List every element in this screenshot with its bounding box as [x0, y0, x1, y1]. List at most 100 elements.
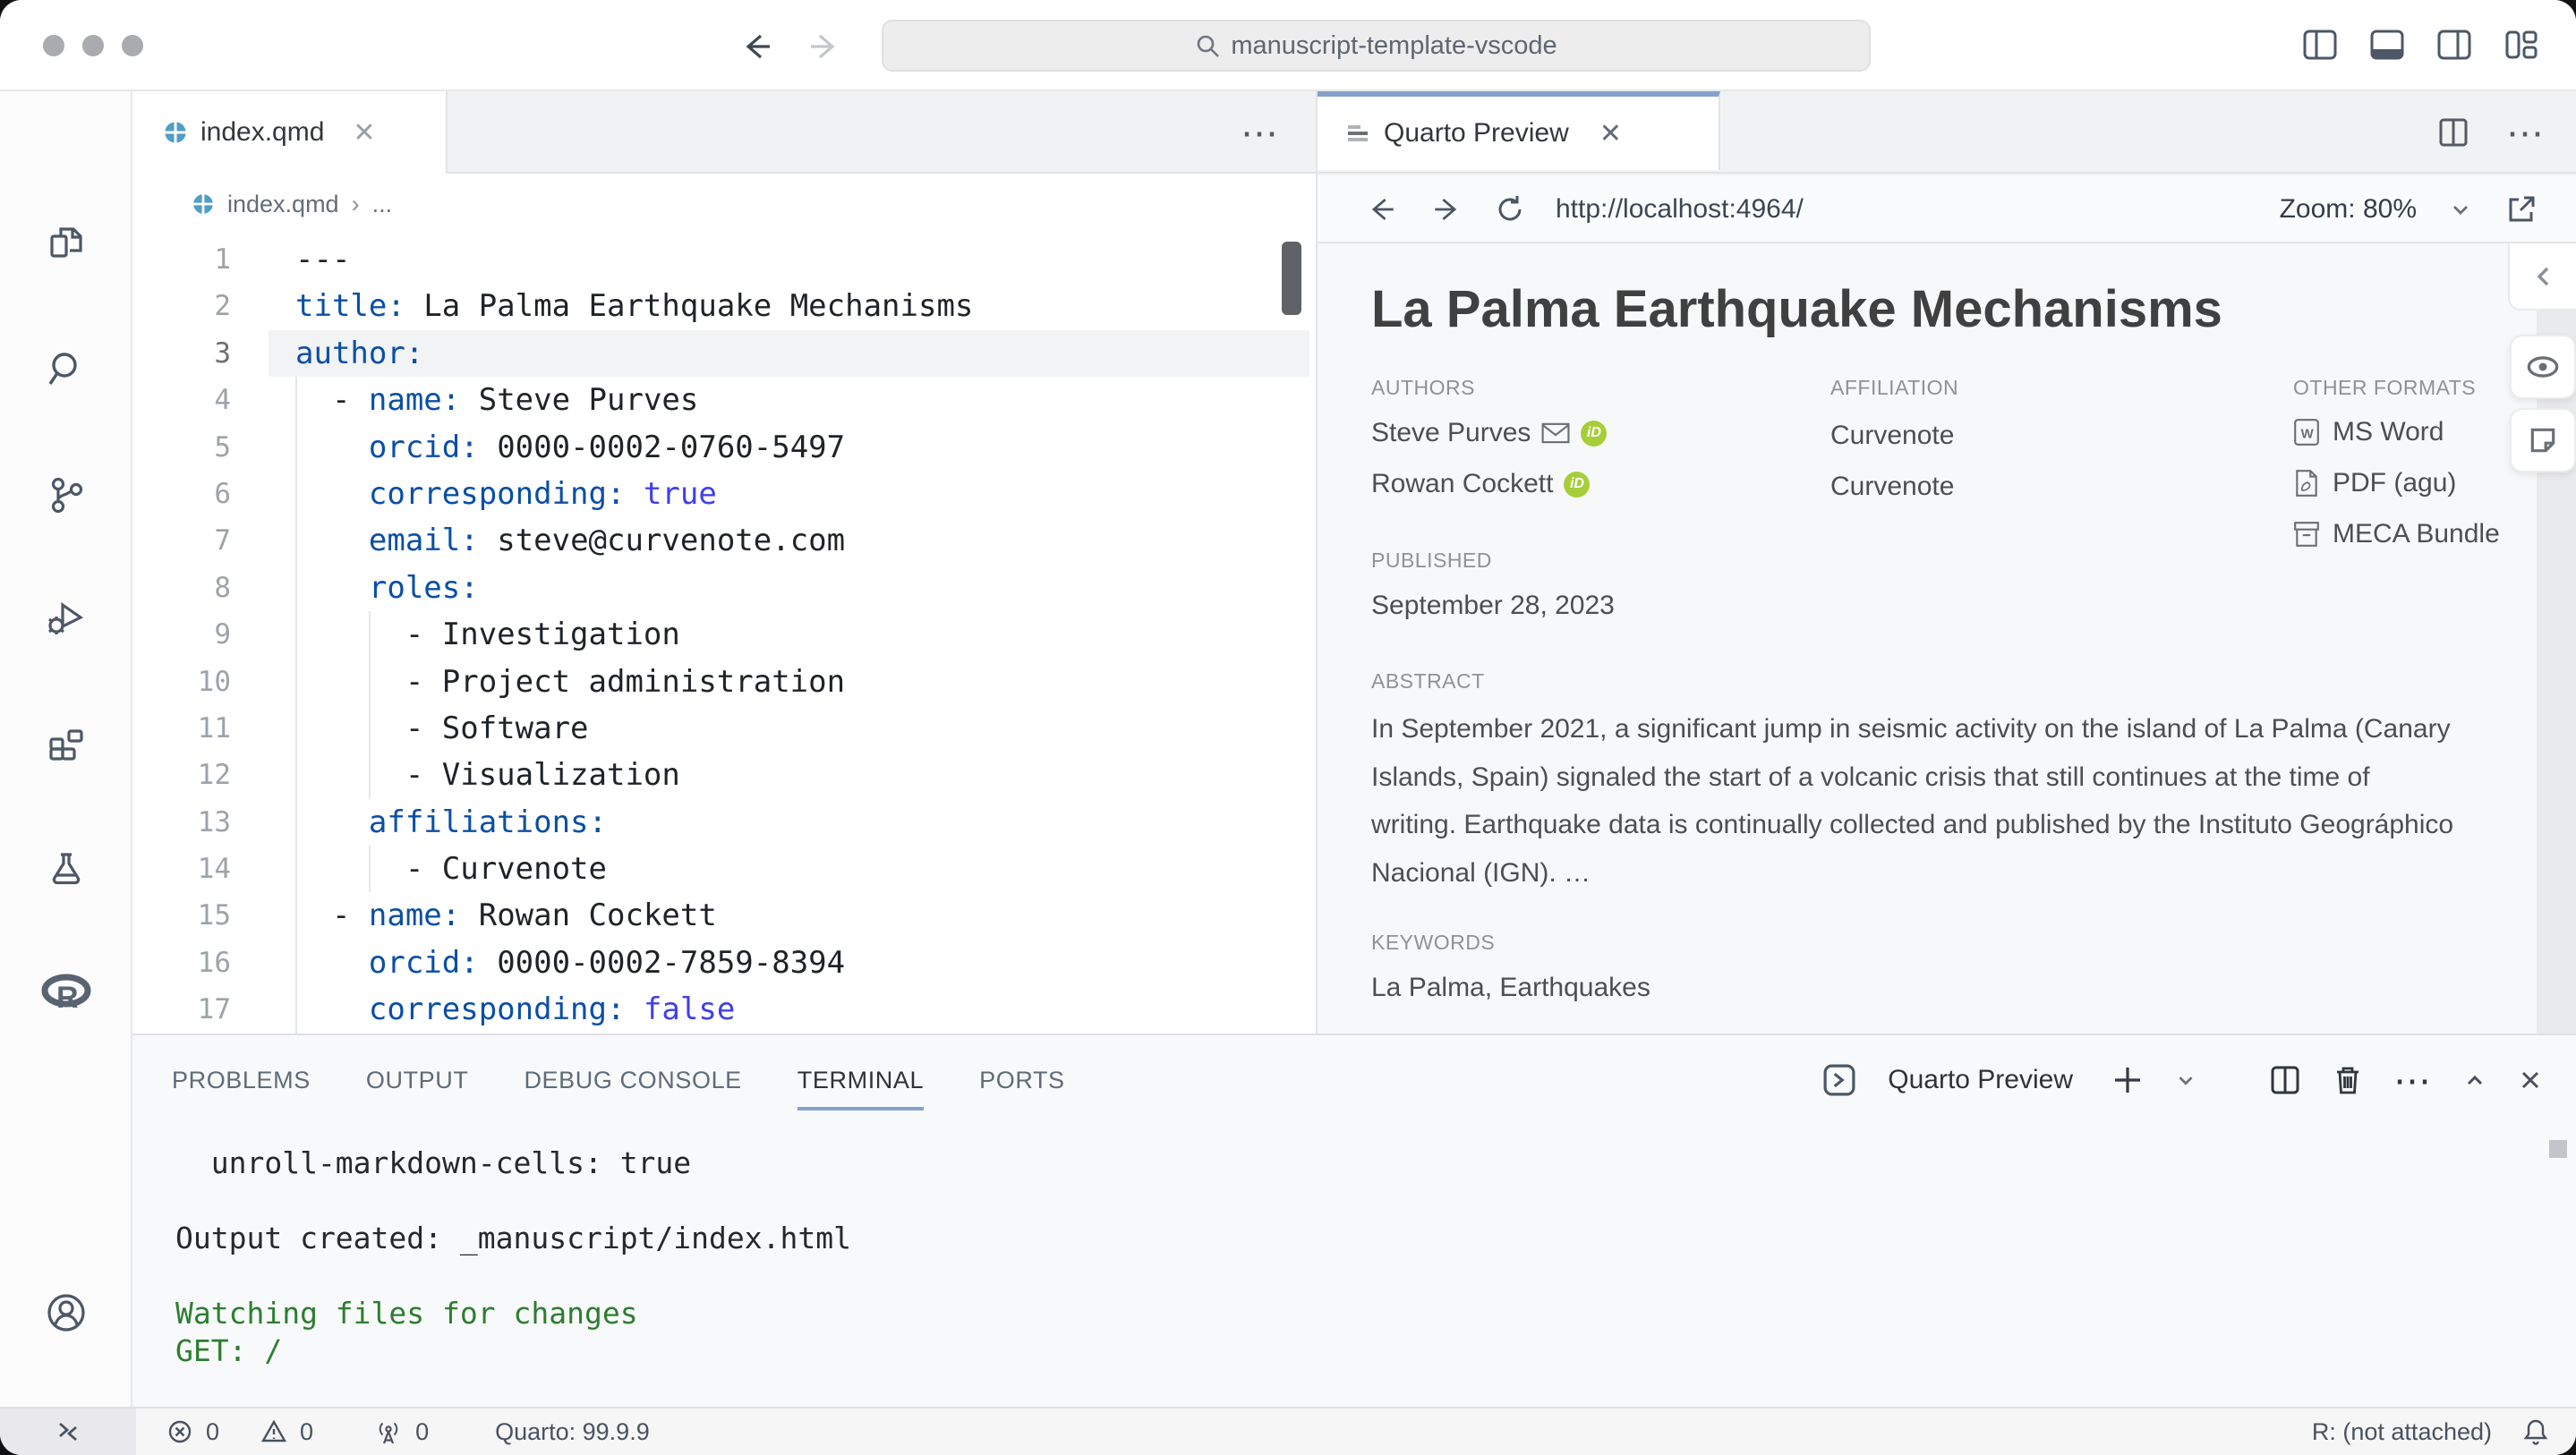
orcid-icon[interactable]: iD [1581, 421, 1607, 447]
customize-layout-icon[interactable] [2503, 26, 2540, 64]
orcid-icon[interactable]: iD [1564, 472, 1590, 498]
preview-back-icon[interactable] [1364, 191, 1400, 227]
code-line[interactable]: 2title: La Palma Earthquake Mechanisms [132, 283, 1309, 329]
terminal-output[interactable]: unroll-markdown-cells: true Output creat… [175, 1144, 851, 1370]
code-line[interactable]: 8 roles: [132, 565, 1309, 611]
code-line[interactable]: 15 - name: Rowan Cockett [132, 892, 1309, 939]
search-sidebar-icon[interactable] [45, 348, 88, 391]
terminal-dropdown-chevron-icon[interactable] [2173, 1068, 2198, 1093]
broadcast-tower-icon[interactable] [374, 1418, 403, 1445]
code-line[interactable]: 9 - Investigation [132, 611, 1309, 658]
new-terminal-plus-icon[interactable] [2111, 1063, 2145, 1097]
quarto-version[interactable]: Quarto: 99.9.9 [495, 1418, 650, 1446]
quarto-file-icon [192, 192, 215, 216]
doc-title: La Palma Earthquake Mechanisms [1371, 279, 2222, 339]
abstract-text: In September 2021, a significant jump in… [1371, 705, 2459, 897]
email-icon[interactable] [1541, 422, 1570, 444]
format-link-meca[interactable]: MECA Bundle [2293, 508, 2500, 559]
code-line[interactable]: 6 corresponding: true [132, 471, 1309, 517]
toggle-primary-sidebar-icon[interactable] [2301, 26, 2339, 64]
editor-actions-more-icon[interactable]: ⋯ [1241, 111, 1280, 155]
toggle-secondary-sidebar-icon[interactable] [2435, 26, 2473, 64]
accounts-icon[interactable] [45, 1291, 88, 1334]
meca-bundle-icon [2293, 520, 2320, 549]
preview-forward-icon[interactable] [1429, 191, 1464, 227]
code-line[interactable]: 11 - Software [132, 705, 1309, 752]
notes-page-button[interactable] [2510, 408, 2576, 472]
breadcrumb-more[interactable]: ... [372, 191, 393, 218]
preview-reload-icon[interactable] [1493, 192, 1527, 226]
history-forward-button[interactable] [804, 27, 843, 66]
terminal-scrollbar[interactable] [2549, 1140, 2567, 1158]
code-line[interactable]: 14 - Curvenote [132, 846, 1309, 892]
pdf-icon [2293, 469, 2320, 498]
line-number: 12 [132, 752, 231, 798]
editor-tab-strip: index.qmd ✕ ⋯ [132, 91, 1316, 174]
line-number: 7 [132, 517, 231, 564]
maximize-panel-chevron-icon[interactable] [2461, 1067, 2488, 1093]
editor-scrollbar[interactable] [1282, 242, 1301, 315]
tab-output[interactable]: OUTPUT [366, 1067, 469, 1094]
code-line[interactable]: 12 - Visualization [132, 752, 1309, 798]
warnings-count[interactable]: 0 [300, 1418, 313, 1446]
code-editor[interactable]: 1---2title: La Palma Earthquake Mechanis… [132, 233, 1309, 1034]
warnings-icon[interactable] [260, 1418, 287, 1445]
visibility-eye-button[interactable] [2510, 335, 2576, 399]
split-terminal-icon[interactable] [2268, 1063, 2302, 1097]
r-session-status[interactable]: R: (not attached) [2312, 1418, 2492, 1446]
extensions-icon[interactable] [45, 724, 88, 767]
code-line[interactable]: 3author: [132, 330, 1309, 377]
traffic-light-minimize-icon[interactable] [82, 35, 104, 56]
explorer-icon[interactable] [45, 222, 88, 265]
code-line[interactable]: 13 affiliations: [132, 799, 1309, 846]
tab-terminal[interactable]: TERMINAL [798, 1067, 924, 1094]
chevron-down-icon[interactable] [2447, 196, 2474, 223]
errors-icon[interactable] [166, 1418, 193, 1445]
code-line[interactable]: 1--- [132, 236, 1309, 283]
other-formats-label: OTHER FORMATS [2293, 376, 2476, 400]
breadcrumb-file[interactable]: index.qmd [227, 191, 339, 218]
kill-terminal-trash-icon[interactable] [2331, 1063, 2365, 1097]
tab-debug-console[interactable]: DEBUG CONSOLE [524, 1067, 741, 1094]
tab-ports[interactable]: PORTS [979, 1067, 1065, 1094]
close-icon[interactable]: ✕ [1599, 118, 1622, 149]
close-panel-icon[interactable] [2517, 1067, 2544, 1093]
code-line[interactable]: 16 orcid: 0000-0002-7859-8394 [132, 940, 1309, 986]
zoom-level[interactable]: Zoom: 80% [2280, 194, 2417, 225]
remote-indicator[interactable] [0, 1408, 136, 1455]
preview-more-actions-icon[interactable]: ⋯ [2506, 111, 2546, 155]
notifications-bell-icon[interactable] [2522, 1417, 2549, 1446]
r-language-icon[interactable]: R [41, 974, 91, 1017]
source-control-icon[interactable] [45, 473, 88, 516]
collapse-sidebar-button[interactable] [2508, 243, 2576, 311]
testing-beaker-icon[interactable] [45, 847, 88, 890]
line-number: 16 [132, 940, 231, 986]
preview-url[interactable]: http://localhost:4964/ [1556, 194, 1804, 225]
command-center-search[interactable]: manuscript-template-vscode [882, 20, 1871, 72]
errors-count[interactable]: 0 [206, 1418, 219, 1446]
open-external-icon[interactable] [2504, 192, 2538, 226]
code-line[interactable]: 17 corresponding: false [132, 986, 1309, 1033]
traffic-light-zoom-icon[interactable] [122, 35, 143, 56]
code-line[interactable]: 5 orcid: 0000-0002-0760-5497 [132, 424, 1309, 471]
close-icon[interactable]: ✕ [353, 117, 375, 149]
format-link-ms-word[interactable]: W MS Word [2293, 406, 2500, 457]
run-debug-icon[interactable] [45, 596, 88, 639]
preview-list-icon [1346, 122, 1369, 145]
panel-more-actions-icon[interactable]: ⋯ [2393, 1059, 2433, 1102]
code-line[interactable]: 4 - name: Steve Purves [132, 377, 1309, 423]
tab-problems[interactable]: PROBLEMS [172, 1067, 311, 1094]
tab-index-qmd[interactable]: index.qmd ✕ [132, 91, 448, 174]
toggle-panel-icon[interactable] [2368, 26, 2406, 64]
history-back-button[interactable] [738, 27, 777, 66]
broadcast-count[interactable]: 0 [415, 1418, 429, 1446]
traffic-light-close-icon[interactable] [43, 35, 64, 56]
format-link-pdf[interactable]: PDF (agu) [2293, 457, 2500, 508]
code-line[interactable]: 7 email: steve@curvenote.com [132, 517, 1309, 564]
tab-quarto-preview[interactable]: Quarto Preview ✕ [1318, 91, 1720, 170]
breadcrumb[interactable]: index.qmd › ... [132, 175, 1309, 233]
split-editor-icon[interactable] [2436, 115, 2470, 149]
terminal-process-label[interactable]: Quarto Preview [1888, 1065, 2073, 1095]
code-line[interactable]: 10 - Project administration [132, 659, 1309, 705]
indent-guide [369, 611, 371, 799]
